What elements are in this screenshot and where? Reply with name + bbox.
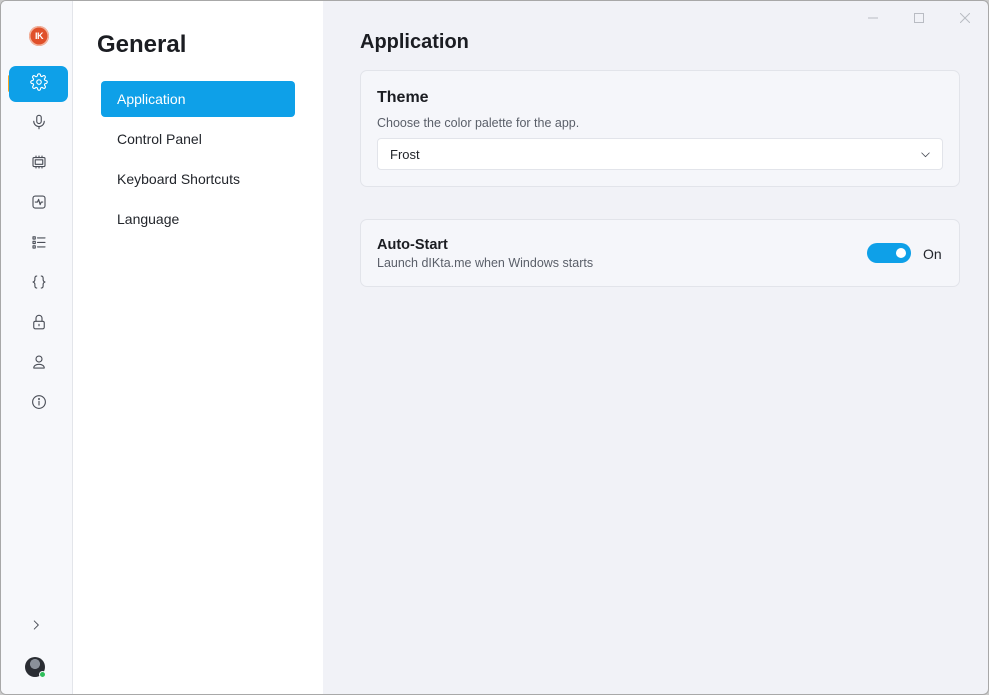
main-content: Application Theme Choose the color palet… (323, 1, 988, 694)
expand-sidebar-button[interactable] (25, 616, 47, 638)
theme-card: Theme Choose the color palette for the a… (360, 70, 960, 187)
theme-title: Theme (377, 89, 429, 106)
subnav-item-application[interactable]: Application (101, 81, 295, 117)
lock-icon (30, 313, 48, 336)
chip-icon (30, 153, 48, 176)
subnav-item-control-panel[interactable]: Control Panel (101, 121, 295, 157)
settings-subnav: General Application Control Panel Keyboa… (73, 1, 323, 694)
icon-rail: IK (1, 1, 73, 694)
rail-item-microphone[interactable] (9, 106, 68, 142)
online-status-dot (39, 671, 46, 678)
microphone-icon (30, 113, 48, 136)
subnav-item-label: Application (117, 91, 186, 107)
activity-icon (30, 193, 48, 216)
minimize-button[interactable] (859, 7, 887, 31)
rail-item-settings[interactable] (9, 66, 68, 102)
theme-description: Choose the color palette for the app. (377, 116, 580, 130)
subnav-item-label: Keyboard Shortcuts (117, 171, 240, 187)
avatar[interactable] (25, 657, 46, 678)
section-title: Application (360, 31, 469, 53)
chevron-right-icon (29, 618, 43, 637)
subnav-item-label: Control Panel (117, 131, 202, 147)
maximize-button[interactable] (905, 7, 933, 31)
rail-item-security[interactable] (9, 306, 68, 342)
autostart-card: Auto-Start Launch dIKta.me when Windows … (360, 219, 960, 287)
user-icon (30, 353, 48, 376)
subnav-item-keyboard-shortcuts[interactable]: Keyboard Shortcuts (101, 161, 295, 197)
minimize-icon (868, 10, 878, 28)
autostart-description: Launch dIKta.me when Windows starts (377, 256, 594, 270)
rail-item-code[interactable] (9, 266, 68, 302)
app-logo: IK (29, 26, 49, 46)
subnav-item-label: Language (117, 211, 180, 227)
rail-item-activity[interactable] (9, 186, 68, 222)
rail-item-list[interactable] (9, 226, 68, 262)
page-title: General (97, 31, 187, 58)
maximize-icon (914, 10, 924, 28)
close-icon (959, 10, 971, 28)
gear-icon (29, 72, 48, 96)
braces-icon (30, 273, 48, 296)
autostart-state-label: On (923, 246, 942, 262)
theme-select[interactable]: Frost (377, 138, 943, 170)
rail-item-about[interactable] (9, 386, 68, 422)
info-icon (30, 393, 48, 416)
close-button[interactable] (951, 7, 979, 31)
app-window: IK General Application Control Panel Key… (0, 0, 989, 695)
theme-select-value: Frost (390, 146, 420, 162)
autostart-toggle[interactable] (867, 243, 911, 263)
rail-item-account[interactable] (9, 346, 68, 382)
subnav-item-language[interactable]: Language (101, 201, 295, 237)
toggle-knob (896, 248, 906, 258)
rail-item-processor[interactable] (9, 146, 68, 182)
list-icon (30, 233, 48, 256)
autostart-title: Auto-Start (377, 237, 448, 253)
chevron-down-icon (919, 148, 932, 161)
